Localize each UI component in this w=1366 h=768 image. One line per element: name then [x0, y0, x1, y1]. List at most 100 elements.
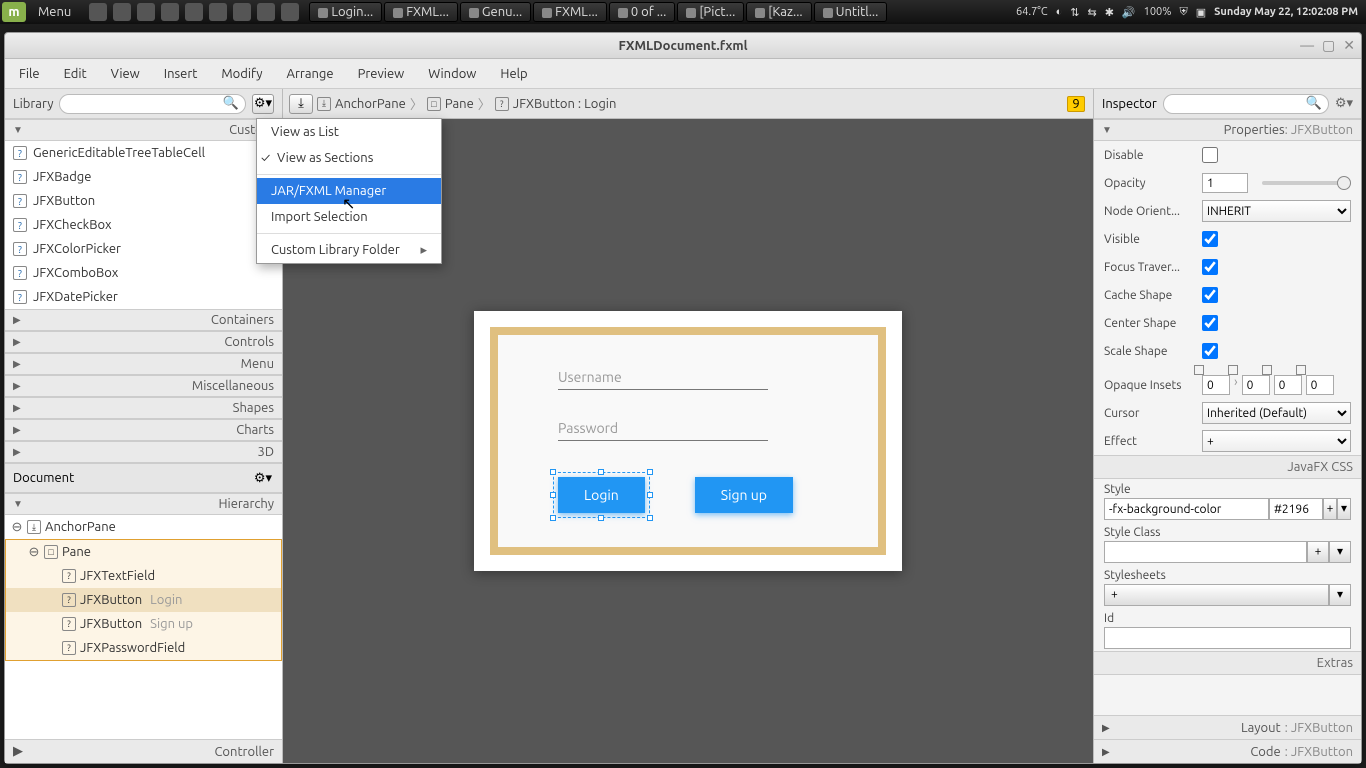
- wifi-icon[interactable]: ⇆: [1087, 6, 1096, 19]
- scale-checkbox[interactable]: [1202, 343, 1218, 359]
- menu-jar-fxml-manager[interactable]: JAR/FXML Manager: [257, 178, 441, 204]
- tree-row[interactable]: ⊖⤓AnchorPane: [5, 515, 282, 539]
- dropdown-button[interactable]: ▾: [1329, 541, 1351, 563]
- warning-badge[interactable]: 9: [1067, 96, 1085, 112]
- task-item[interactable]: FXML...: [533, 2, 607, 22]
- password-field[interactable]: [558, 416, 768, 441]
- opacity-slider[interactable]: [1262, 181, 1351, 185]
- library-item[interactable]: ?JFXCheckBox: [5, 213, 282, 237]
- maximize-icon[interactable]: ▢: [1322, 37, 1335, 54]
- minimize-icon[interactable]: —: [1300, 37, 1314, 54]
- layout-section[interactable]: ▶Layout: JFXButton: [1094, 715, 1361, 739]
- inset-top[interactable]: [1202, 375, 1230, 395]
- library-item[interactable]: ?JFXButton: [5, 189, 282, 213]
- dropdown-button[interactable]: ▾: [1337, 498, 1351, 520]
- signup-button[interactable]: Sign up: [695, 477, 793, 513]
- code-section[interactable]: ▶Code: JFXButton: [1094, 739, 1361, 763]
- opacity-input[interactable]: [1202, 173, 1248, 193]
- menu-view-as-list[interactable]: View as List: [257, 119, 441, 145]
- link-icon[interactable]: [1194, 365, 1204, 375]
- camera-icon[interactable]: ▣: [1196, 6, 1206, 19]
- focus-checkbox[interactable]: [1202, 259, 1218, 275]
- hierarchy-section[interactable]: ▼Hierarchy: [5, 493, 282, 515]
- library-item[interactable]: ?JFXColorPicker: [5, 237, 282, 261]
- tree-row[interactable]: ?JFXButtonSign up: [6, 612, 281, 636]
- id-input[interactable]: [1104, 627, 1351, 649]
- titlebar[interactable]: FXMLDocument.fxml — ▢ ✕: [5, 33, 1361, 59]
- node-orientation-select[interactable]: INHERIT: [1202, 200, 1351, 222]
- library-section[interactable]: ▶Shapes: [5, 397, 282, 419]
- library-section-custom[interactable]: ▼Custom: [5, 119, 282, 141]
- ql-icon[interactable]: [257, 3, 275, 21]
- tree-row[interactable]: ?JFXPasswordField: [6, 636, 281, 660]
- library-section[interactable]: ▶Controls: [5, 331, 282, 353]
- cache-checkbox[interactable]: [1202, 287, 1218, 303]
- library-section[interactable]: ▶3D: [5, 441, 282, 463]
- select-parent-button[interactable]: ⤓: [289, 94, 313, 114]
- ql-icon[interactable]: [113, 3, 131, 21]
- menu-arrange[interactable]: Arrange: [287, 67, 334, 81]
- link-icon[interactable]: [1228, 365, 1238, 375]
- library-item[interactable]: ?JFXComboBox: [5, 261, 282, 285]
- task-item[interactable]: [Pict...: [677, 2, 744, 22]
- close-icon[interactable]: ✕: [1343, 37, 1355, 54]
- link-icon[interactable]: [1296, 365, 1306, 375]
- task-item[interactable]: 0 of ...: [609, 2, 675, 22]
- username-field[interactable]: [558, 365, 768, 390]
- ql-icon[interactable]: [89, 3, 107, 21]
- ql-icon[interactable]: [281, 3, 299, 21]
- library-item[interactable]: ?JFXBadge: [5, 165, 282, 189]
- breadcrumb-item[interactable]: ⤓AnchorPane: [317, 97, 406, 111]
- tree-row-selected[interactable]: ?JFXButtonLogin: [6, 588, 281, 612]
- menu-preview[interactable]: Preview: [358, 67, 405, 81]
- menu-view-as-sections[interactable]: View as Sections: [257, 145, 441, 171]
- breadcrumb-item[interactable]: □Pane: [427, 97, 474, 111]
- menu-window[interactable]: Window: [428, 67, 476, 81]
- task-item[interactable]: Genu...: [460, 2, 531, 22]
- inspector-menu-button[interactable]: ⚙▾: [1335, 96, 1353, 111]
- ql-icon[interactable]: [233, 3, 251, 21]
- selected-node[interactable]: Login: [558, 477, 645, 513]
- preview-root[interactable]: Login Sign up: [474, 311, 902, 571]
- visible-checkbox[interactable]: [1202, 231, 1218, 247]
- menu-import-selection[interactable]: Import Selection: [257, 204, 441, 230]
- controller-section[interactable]: ▶Controller: [5, 739, 282, 763]
- volume-icon[interactable]: 🔊: [1122, 6, 1136, 19]
- task-item[interactable]: Untitl...: [814, 2, 888, 22]
- inspector-search[interactable]: 🔍: [1163, 94, 1329, 114]
- add-stylesheet-button[interactable]: +: [1104, 584, 1329, 606]
- library-section[interactable]: ▶Charts: [5, 419, 282, 441]
- tray-icon[interactable]: ⇅: [1070, 6, 1079, 19]
- effect-select[interactable]: +: [1202, 430, 1351, 452]
- clock[interactable]: Sunday May 22, 12:02:08 PM: [1214, 6, 1358, 18]
- ql-icon[interactable]: [185, 3, 203, 21]
- disable-checkbox[interactable]: [1202, 147, 1218, 163]
- inset-bottom[interactable]: [1274, 375, 1302, 395]
- style-key-input[interactable]: [1104, 498, 1269, 520]
- mint-menu-icon[interactable]: m: [2, 2, 26, 22]
- add-button[interactable]: +: [1307, 541, 1329, 563]
- menu-modify[interactable]: Modify: [221, 67, 262, 81]
- library-item[interactable]: ?JFXDatePicker: [5, 285, 282, 309]
- preview-pane[interactable]: Login Sign up: [490, 327, 886, 555]
- styleclass-input[interactable]: [1104, 541, 1307, 563]
- menu-edit[interactable]: Edit: [64, 67, 87, 81]
- task-item[interactable]: Login...: [309, 2, 382, 22]
- ql-icon[interactable]: [209, 3, 227, 21]
- task-item[interactable]: [Kaz...: [746, 2, 811, 22]
- bluetooth-icon[interactable]: ✱: [1105, 6, 1114, 19]
- library-search[interactable]: 🔍: [59, 94, 246, 114]
- menu-help[interactable]: Help: [500, 67, 527, 81]
- library-item[interactable]: ?GenericEditableTreeTableCell: [5, 141, 282, 165]
- tray-icon[interactable]: ◐: [1056, 6, 1063, 18]
- library-menu-button[interactable]: ⚙▾: [252, 94, 274, 114]
- menu-file[interactable]: File: [19, 67, 40, 81]
- shield-icon[interactable]: ⛨: [1180, 6, 1188, 19]
- ql-icon[interactable]: [161, 3, 179, 21]
- collapse-icon[interactable]: ⊖: [28, 545, 40, 560]
- document-menu-button[interactable]: ⚙▾: [252, 468, 274, 488]
- task-item[interactable]: FXML...: [384, 2, 458, 22]
- library-section[interactable]: ▶Menu: [5, 353, 282, 375]
- menu-button[interactable]: Menu: [28, 5, 81, 19]
- dropdown-button[interactable]: ▾: [1329, 584, 1351, 606]
